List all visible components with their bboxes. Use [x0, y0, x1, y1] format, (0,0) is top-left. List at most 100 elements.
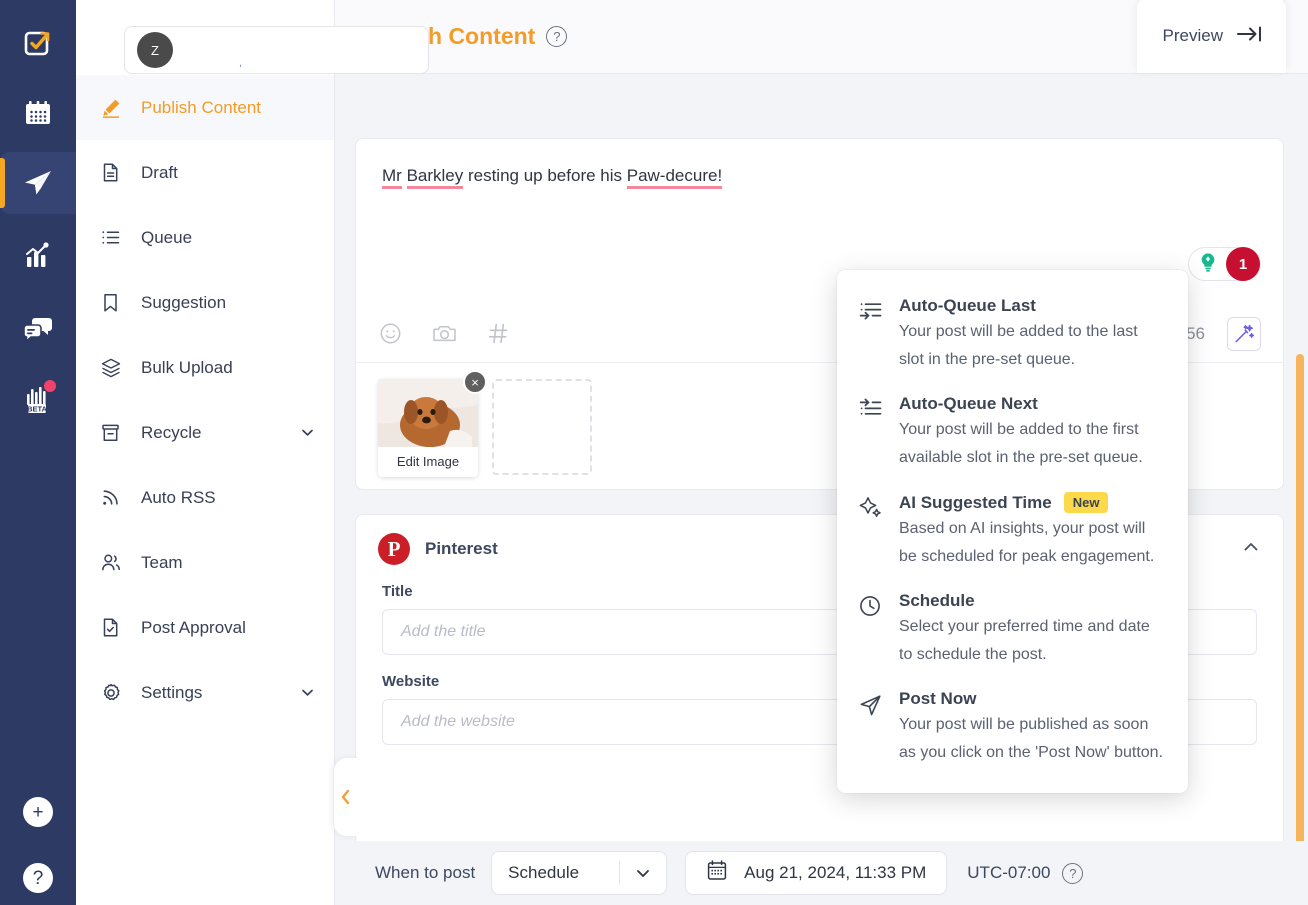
archive-icon — [100, 422, 126, 443]
sidebar-item-label: Post Approval — [141, 617, 246, 637]
menu-item-auto-queue-next[interactable]: Auto-Queue Next Your post will be added … — [837, 386, 1188, 484]
chevron-down-icon[interactable] — [299, 684, 316, 701]
menu-item-auto-queue-last[interactable]: Auto-Queue Last Your post will be added … — [837, 288, 1188, 386]
account-caret: , — [239, 58, 242, 69]
hashtag-icon[interactable] — [486, 321, 511, 346]
when-to-post-value: Schedule — [508, 863, 580, 882]
camera-icon[interactable] — [431, 321, 458, 346]
ai-hint-pill[interactable]: 1 — [1188, 247, 1261, 281]
edit-image-label[interactable]: Edit Image — [378, 447, 478, 477]
document-check-icon — [100, 617, 126, 638]
menu-item-description: Your post will be published as soon as y… — [899, 716, 1164, 761]
rail-item-beta-analytics[interactable]: BETA — [0, 368, 76, 430]
queue-next-icon — [859, 394, 887, 472]
layers-icon — [100, 357, 126, 379]
account-selector[interactable]: Z , — [124, 26, 429, 74]
post-text-part: Paw-decure! — [626, 166, 723, 189]
users-icon — [100, 552, 126, 574]
sidebar-item-suggestion[interactable]: Suggestion — [76, 270, 334, 335]
inbox-icon — [22, 313, 54, 345]
arrow-to-bar-icon — [1236, 25, 1264, 48]
content-scrollbar[interactable] — [1296, 354, 1304, 905]
rail-item-inbox[interactable] — [0, 298, 76, 360]
menu-item-title: Post Now — [899, 689, 977, 708]
when-to-post-dropdown-menu: Auto-Queue Last Your post will be added … — [837, 270, 1188, 793]
sidebar-item-label: Publish Content — [141, 97, 262, 117]
menu-item-description: Based on AI insights, your post will be … — [899, 520, 1155, 565]
when-to-post-select[interactable]: Schedule — [491, 851, 668, 895]
menu-item-text: Auto-Queue Last Your post will be added … — [899, 296, 1166, 374]
when-to-post-label: When to post — [375, 863, 476, 882]
calendar-icon — [706, 859, 728, 887]
scrollbar-thumb[interactable] — [1296, 354, 1304, 905]
help-button[interactable]: ? — [23, 863, 53, 893]
menu-item-title: Auto-Queue Last — [899, 296, 1036, 315]
sidebar-item-publish-content[interactable]: Publish Content — [76, 75, 334, 140]
sidebar-item-post-approval[interactable]: Post Approval — [76, 595, 334, 660]
publish-icon — [21, 166, 55, 200]
menu-item-text: Schedule Select your preferred time and … — [899, 591, 1166, 669]
post-text-part: Barkley — [406, 166, 464, 189]
sidebar-item-team[interactable]: Team — [76, 530, 334, 595]
sidebar-item-label: Settings — [141, 682, 203, 702]
sidebar-item-label: Team — [141, 552, 183, 572]
rail-item-compose[interactable] — [0, 12, 76, 74]
remove-media-button[interactable]: × — [463, 370, 487, 394]
post-text-part: Mr — [382, 166, 402, 189]
menu-item-title-text: AI Suggested Time — [899, 492, 1052, 512]
media-thumbnail[interactable]: × Edit Image — [378, 370, 487, 477]
rail-item-calendar[interactable] — [0, 82, 76, 144]
ai-magic-wand-button[interactable] — [1227, 316, 1261, 351]
post-text-part: resting up before his — [463, 166, 627, 185]
analytics-icon — [22, 239, 54, 271]
media-thumb-card: Edit Image — [378, 379, 478, 477]
post-text[interactable]: Mr Barkley resting up before his Paw-dec… — [356, 139, 1283, 189]
menu-item-text: Auto-Queue Next Your post will be added … — [899, 394, 1166, 472]
pinterest-network-name: Pinterest — [425, 539, 498, 558]
document-icon — [100, 162, 126, 183]
sidebar-collapse-handle[interactable] — [333, 757, 357, 837]
rail-item-analytics[interactable] — [0, 224, 76, 286]
media-placeholder[interactable] — [492, 379, 592, 475]
gear-icon — [100, 682, 126, 704]
list-icon — [100, 227, 126, 248]
menu-item-schedule[interactable]: Schedule Select your preferred time and … — [837, 583, 1188, 681]
calendar-icon — [23, 98, 53, 128]
rail-item-publish[interactable] — [0, 152, 76, 214]
sidebar-item-draft[interactable]: Draft — [76, 140, 334, 205]
sidebar-item-settings[interactable]: Settings — [76, 660, 334, 725]
sparkle-icon — [859, 492, 887, 571]
sidebar-item-label: Suggestion — [141, 292, 227, 312]
secondary-sidebar: Z , Publish Content Draft Queue Suggesti… — [76, 0, 429, 905]
menu-item-description: Select your preferred time and date to s… — [899, 618, 1150, 663]
schedule-datetime-picker[interactable]: Aug 21, 2024, 11:33 PM — [685, 851, 948, 895]
emoji-icon[interactable] — [378, 321, 403, 346]
timezone-label: UTC-07:00 — [967, 863, 1051, 882]
chevron-down-icon[interactable] — [299, 424, 316, 441]
send-icon — [859, 689, 887, 767]
add-button[interactable]: + — [23, 797, 53, 827]
menu-item-post-now[interactable]: Post Now Your post will be published as … — [837, 681, 1188, 779]
new-badge: New — [1063, 492, 1109, 513]
queue-last-icon — [859, 296, 887, 374]
chevron-down-icon[interactable] — [620, 864, 666, 882]
avatar: Z — [137, 32, 173, 68]
menu-item-description: Your post will be added to the last slot… — [899, 323, 1138, 368]
menu-item-title: Schedule — [899, 591, 975, 610]
schedule-bar: When to post Schedule Aug 21, 2024, 11:3… — [335, 841, 1308, 905]
timezone-help-icon[interactable]: ? — [1062, 862, 1084, 884]
preview-button[interactable]: Preview — [1136, 0, 1286, 73]
hint-count-badge: 1 — [1226, 247, 1260, 281]
sidebar-item-recycle[interactable]: Recycle — [76, 400, 334, 465]
sidebar-item-label: Draft — [141, 162, 178, 182]
sidebar-item-queue[interactable]: Queue — [76, 205, 334, 270]
post-text-part — [402, 166, 407, 185]
sidebar-item-auto-rss[interactable]: Auto RSS — [76, 465, 334, 530]
page-help-icon[interactable]: ? — [546, 26, 568, 47]
sidebar-item-bulk-upload[interactable]: Bulk Upload — [76, 335, 334, 400]
sidebar-item-label: Queue — [141, 227, 193, 247]
menu-item-ai-suggested-time[interactable]: AI Suggested Time New Based on AI insigh… — [837, 484, 1188, 583]
chevron-up-icon[interactable] — [1241, 537, 1261, 562]
sidebar-item-label: Bulk Upload — [141, 357, 233, 377]
sidebar-item-label: Recycle — [141, 422, 202, 442]
